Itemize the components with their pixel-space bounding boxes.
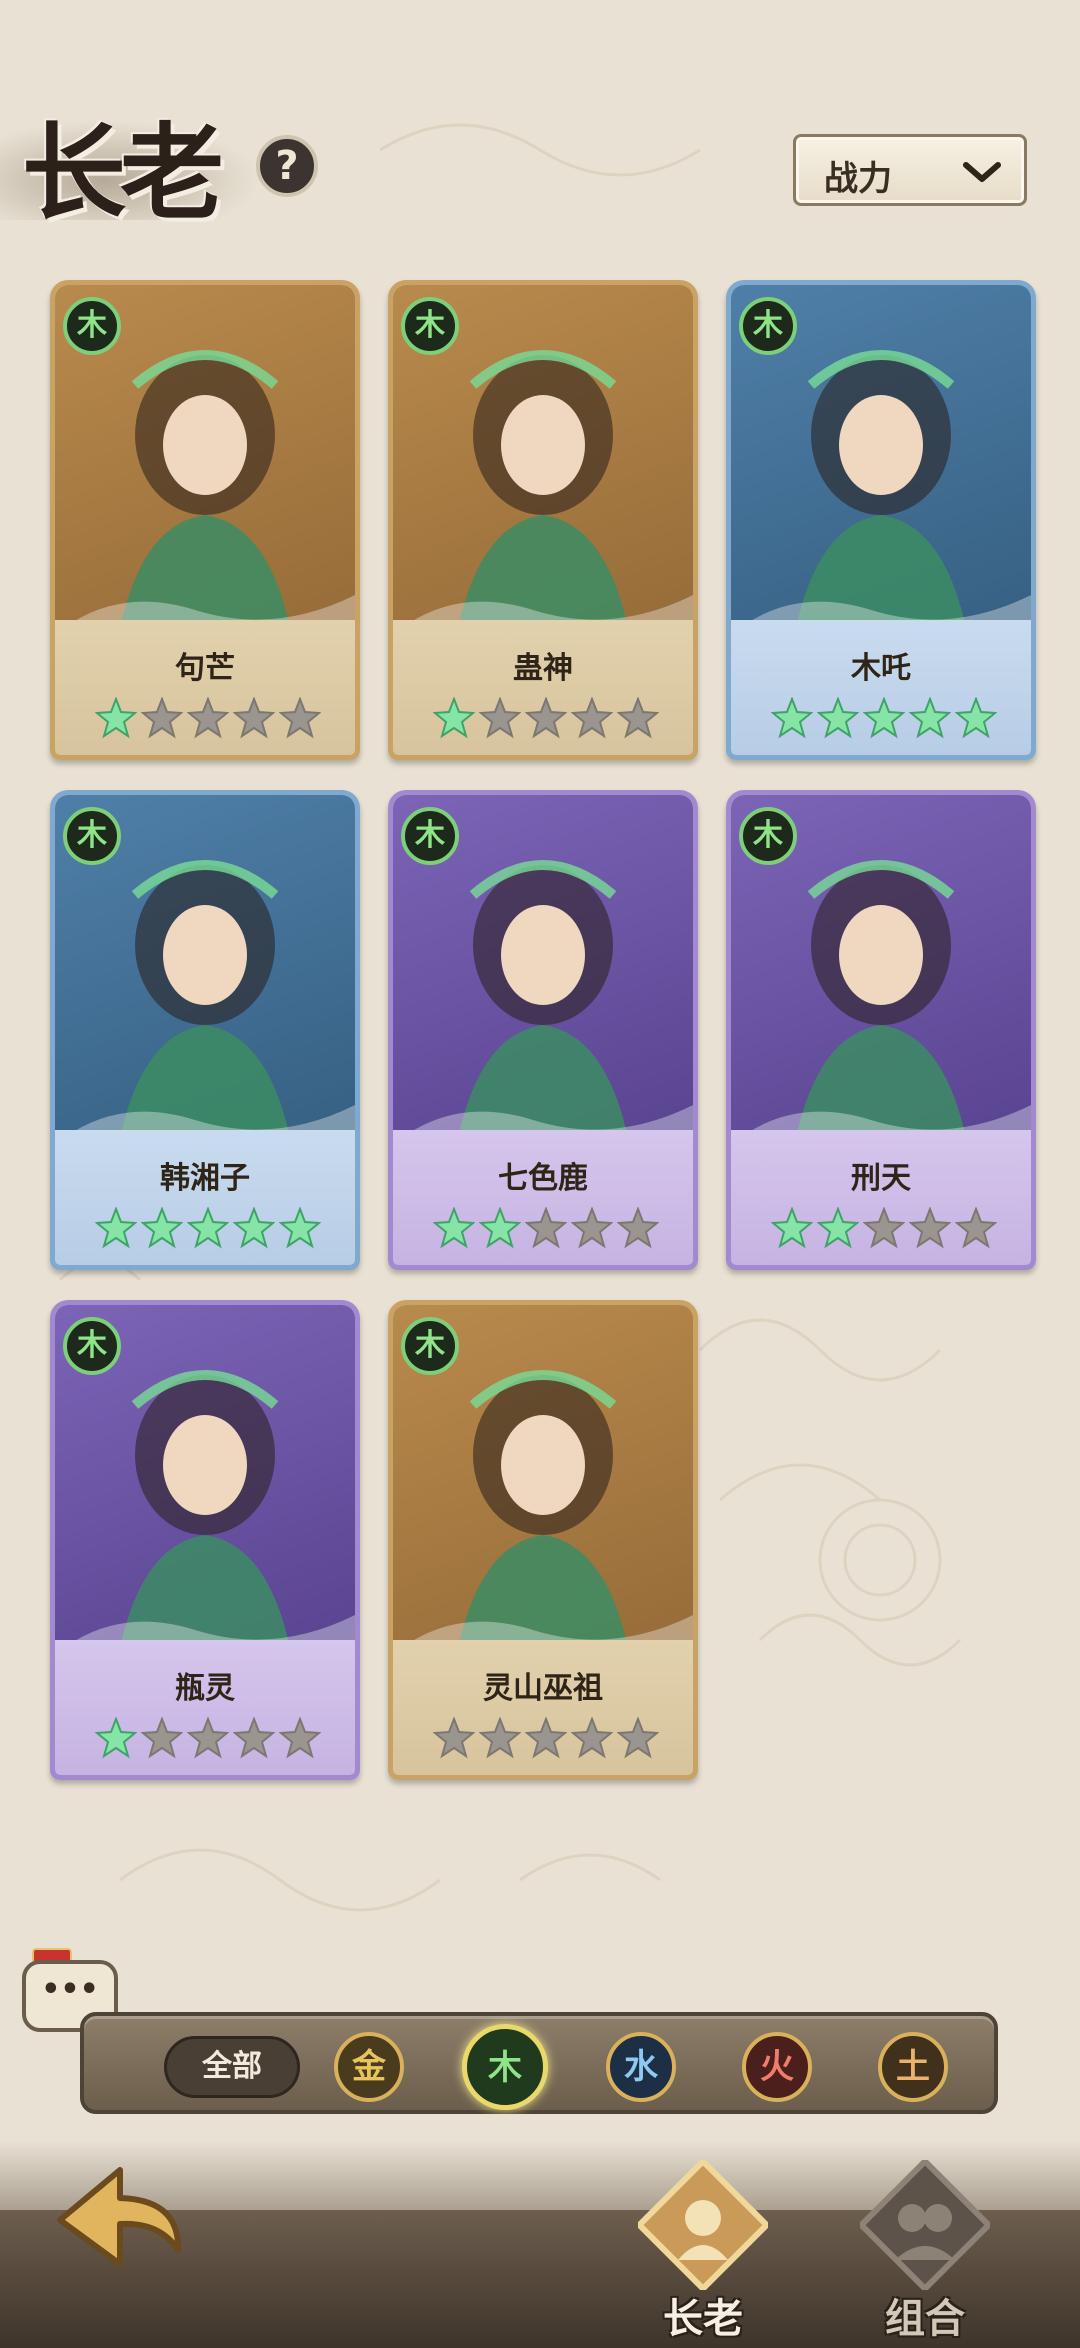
element-filter-bar: 全部 金木水火土 xyxy=(80,2012,998,2114)
star-filled-icon xyxy=(232,1206,276,1249)
star-filled-icon xyxy=(816,696,860,739)
star-filled-icon xyxy=(432,1206,476,1249)
filter-element-button[interactable]: 金 xyxy=(334,2032,404,2102)
star-filled-icon xyxy=(94,1206,138,1249)
star-empty-icon xyxy=(478,1716,522,1759)
elder-card[interactable]: 木 韩湘子 xyxy=(50,790,360,1270)
filter-element-button[interactable]: 火 xyxy=(742,2032,812,2102)
tab-combos[interactable]: 组合 xyxy=(840,2140,1010,2348)
elder-star-rating xyxy=(94,1206,322,1249)
elder-star-rating xyxy=(94,1716,322,1759)
star-filled-icon xyxy=(94,1716,138,1759)
star-empty-icon xyxy=(570,696,614,739)
page-title: 长老 xyxy=(22,111,224,234)
elder-name: 瓶灵 xyxy=(175,1671,235,1706)
star-empty-icon xyxy=(432,1716,476,1759)
elder-card[interactable]: 木 木吒 xyxy=(726,280,1036,760)
elder-name: 刑天 xyxy=(851,1161,911,1196)
filter-element-button[interactable]: 水 xyxy=(606,2032,676,2102)
wood-element-badge: 木 xyxy=(63,807,121,865)
star-empty-icon xyxy=(140,696,184,739)
elder-card[interactable]: 木 灵山巫祖 xyxy=(388,1300,698,1780)
star-empty-icon xyxy=(478,696,522,739)
elder-star-rating xyxy=(432,1716,660,1759)
sort-dropdown-value: 战力 xyxy=(824,159,892,199)
wood-element-badge: 木 xyxy=(739,807,797,865)
elder-star-rating xyxy=(94,696,322,739)
star-filled-icon xyxy=(908,696,952,739)
tab-elders[interactable]: 长老 xyxy=(618,2140,788,2348)
elder-card[interactable]: 木 瓶灵 xyxy=(50,1300,360,1780)
star-filled-icon xyxy=(770,1206,814,1249)
elder-star-rating xyxy=(770,696,998,739)
star-empty-icon xyxy=(524,696,568,739)
elder-star-rating xyxy=(432,696,660,739)
star-empty-icon xyxy=(186,1716,230,1759)
star-filled-icon xyxy=(278,1206,322,1249)
star-filled-icon xyxy=(478,1206,522,1249)
star-empty-icon xyxy=(616,696,660,739)
star-filled-icon xyxy=(954,696,998,739)
wood-element-badge: 木 xyxy=(401,1317,459,1375)
star-filled-icon xyxy=(862,696,906,739)
wood-element-badge: 木 xyxy=(401,807,459,865)
elder-card[interactable]: 木 句芒 xyxy=(50,280,360,760)
star-filled-icon xyxy=(94,696,138,739)
star-empty-icon xyxy=(570,1206,614,1249)
tab-combos-label: 组合 xyxy=(885,2296,965,2342)
filter-element-button[interactable]: 木 xyxy=(462,2024,548,2110)
star-filled-icon xyxy=(770,696,814,739)
tab-elders-label: 长老 xyxy=(663,2296,743,2342)
star-empty-icon xyxy=(232,1716,276,1759)
elder-name: 韩湘子 xyxy=(160,1161,250,1196)
filter-element-button[interactable]: 土 xyxy=(878,2032,948,2102)
sort-dropdown[interactable]: 战力 xyxy=(793,134,1027,206)
elder-name: 蛊神 xyxy=(513,651,573,686)
back-arrow-icon[interactable] xyxy=(50,2160,190,2290)
elder-card[interactable]: 木 刑天 xyxy=(726,790,1036,1270)
elder-star-rating xyxy=(432,1206,660,1249)
elder-card[interactable]: 木 七色鹿 xyxy=(388,790,698,1270)
star-empty-icon xyxy=(278,1716,322,1759)
star-empty-icon xyxy=(278,696,322,739)
wood-element-badge: 木 xyxy=(63,297,121,355)
star-empty-icon xyxy=(616,1716,660,1759)
wood-element-badge: 木 xyxy=(739,297,797,355)
star-empty-icon xyxy=(908,1206,952,1249)
elder-star-rating xyxy=(770,1206,998,1249)
star-empty-icon xyxy=(232,696,276,739)
elder-card[interactable]: 木 蛊神 xyxy=(388,280,698,760)
elder-name: 木吒 xyxy=(851,651,911,686)
combo-emblem-icon xyxy=(860,2160,990,2290)
filter-all-button[interactable]: 全部 xyxy=(164,2036,300,2098)
wood-element-badge: 木 xyxy=(401,297,459,355)
star-empty-icon xyxy=(862,1206,906,1249)
star-filled-icon xyxy=(816,1206,860,1249)
elder-name: 句芒 xyxy=(175,651,235,686)
wood-element-badge: 木 xyxy=(63,1317,121,1375)
star-empty-icon xyxy=(954,1206,998,1249)
star-empty-icon xyxy=(140,1716,184,1759)
chevron-down-icon xyxy=(963,162,1001,182)
star-filled-icon xyxy=(140,1206,184,1249)
elder-name: 七色鹿 xyxy=(498,1161,588,1196)
star-filled-icon xyxy=(186,1206,230,1249)
star-empty-icon xyxy=(524,1716,568,1759)
star-empty-icon xyxy=(616,1206,660,1249)
star-empty-icon xyxy=(186,696,230,739)
elder-emblem-icon xyxy=(638,2160,768,2290)
star-empty-icon xyxy=(524,1206,568,1249)
elder-name: 灵山巫祖 xyxy=(483,1671,603,1706)
star-empty-icon xyxy=(570,1716,614,1759)
help-button[interactable]: ? xyxy=(256,135,318,197)
star-filled-icon xyxy=(432,696,476,739)
